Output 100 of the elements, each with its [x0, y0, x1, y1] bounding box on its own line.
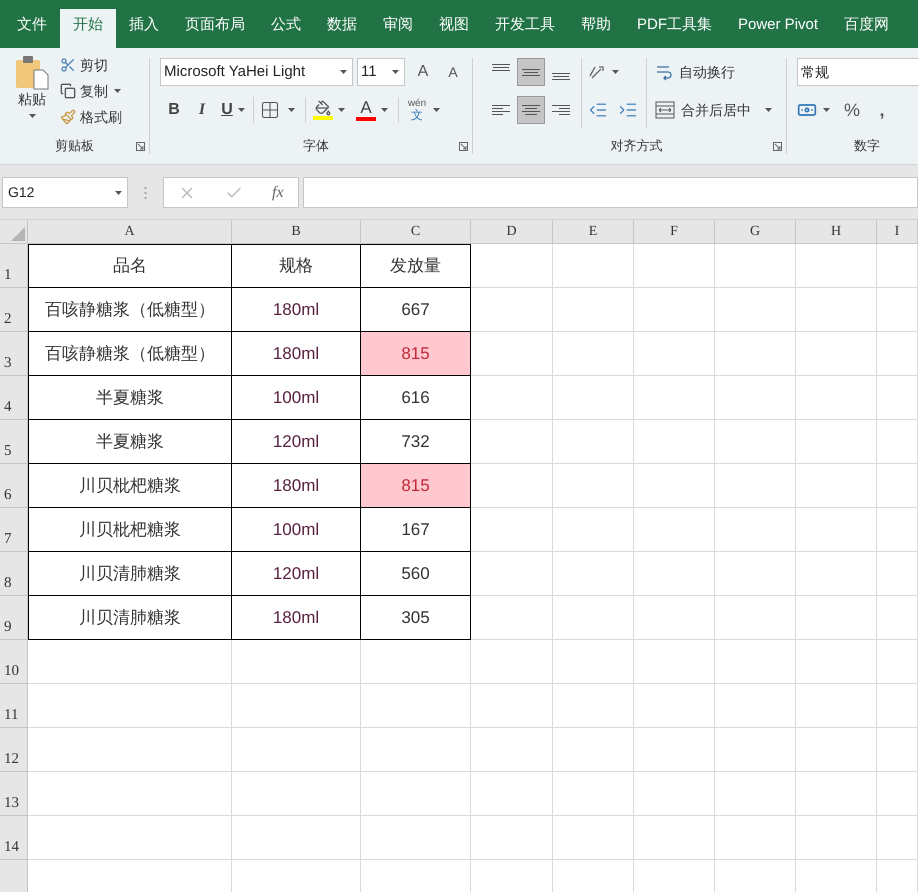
caret-icon[interactable] [28, 114, 36, 118]
column-header[interactable]: A [28, 220, 232, 244]
paint-bucket-icon [315, 100, 331, 116]
table-cell: 川贝枇杷糖浆 [28, 464, 232, 508]
row-header[interactable]: 7 [0, 508, 28, 552]
empty-cell [877, 332, 918, 376]
align-center-icon [522, 105, 540, 115]
cut-button[interactable]: 剪切 [60, 54, 122, 76]
caret-icon[interactable] [823, 108, 830, 112]
column-header[interactable]: B [232, 220, 361, 244]
row-header[interactable]: 1 [0, 244, 28, 288]
caret-icon[interactable] [765, 108, 772, 112]
italic-button[interactable]: I [188, 97, 216, 123]
ribbon-tab[interactable]: Power Pivot [725, 9, 832, 48]
alignment-button[interactable] [517, 58, 545, 86]
wrap-text-button[interactable]: 自动换行 [655, 58, 772, 86]
dialog-launcher-icon[interactable] [459, 142, 468, 151]
row-header[interactable]: 2 [0, 288, 28, 332]
underline-button[interactable]: U [216, 97, 238, 123]
table-cell: 发放量 [361, 244, 471, 288]
paste-button[interactable]: 粘贴 [14, 54, 50, 138]
row-header[interactable]: 9 [0, 596, 28, 640]
borders-icon[interactable] [260, 100, 280, 120]
insert-function-button[interactable]: fx [272, 180, 284, 204]
empty-cell [877, 376, 918, 420]
ribbon-tab[interactable]: 审阅 [370, 9, 426, 48]
table-cell: 616 [361, 376, 471, 420]
table-cell: 川贝枇杷糖浆 [28, 508, 232, 552]
caret-icon[interactable] [338, 108, 345, 112]
grow-font-button[interactable]: A [409, 59, 437, 85]
empty-cell [877, 640, 918, 684]
bold-button[interactable]: B [160, 97, 188, 123]
ribbon-tab[interactable]: 视图 [426, 9, 482, 48]
empty-cell [877, 420, 918, 464]
copy-button[interactable]: 复制 [60, 80, 108, 102]
table-cell: 百咳静糖浆（低糖型） [28, 288, 232, 332]
table-cell: 100ml [232, 376, 361, 420]
caret-icon[interactable] [288, 108, 295, 112]
ribbon-tab[interactable]: PDF工具集 [624, 9, 725, 48]
dialog-launcher-icon[interactable] [136, 142, 145, 151]
phonetic-button[interactable]: wén 文 [407, 99, 427, 121]
column-header[interactable]: H [796, 220, 877, 244]
column-header[interactable]: E [553, 220, 634, 244]
caret-icon[interactable] [381, 108, 388, 112]
ribbon-tab[interactable]: 页面布局 [172, 9, 258, 48]
ribbon-tab[interactable]: 百度网 [831, 9, 902, 48]
caret-icon[interactable] [433, 108, 440, 112]
row-header[interactable]: 5 [0, 420, 28, 464]
empty-cell [877, 288, 918, 332]
row-header[interactable]: 6 [0, 464, 28, 508]
column-header[interactable]: C [361, 220, 471, 244]
ribbon-tab[interactable]: 开始 [60, 9, 116, 48]
caret-icon[interactable] [114, 89, 121, 93]
empty-cell [877, 552, 918, 596]
caret-icon[interactable] [392, 70, 399, 74]
ribbon-tab[interactable]: 数据 [314, 9, 370, 48]
caret-icon[interactable] [115, 190, 122, 194]
format-painter-button[interactable]: 格式刷 [60, 106, 122, 128]
number-format-dropdown[interactable]: 常规 [797, 58, 918, 86]
column-header[interactable]: G [715, 220, 796, 244]
column-header[interactable]: D [471, 220, 553, 244]
name-box[interactable]: G12 [2, 177, 128, 208]
column-header[interactable]: F [634, 220, 715, 244]
drag-handle-icon[interactable] [144, 186, 147, 200]
row-header[interactable]: 8 [0, 552, 28, 596]
shrink-font-button[interactable]: A [441, 59, 465, 85]
percent-button[interactable]: % [840, 96, 864, 124]
column-header[interactable]: I [877, 220, 918, 244]
row-header[interactable]: 12 [0, 728, 28, 772]
row-header[interactable]: 13 [0, 772, 28, 816]
copy-icon [60, 83, 76, 99]
row-header[interactable]: 3 [0, 332, 28, 376]
group-label: 字体 [303, 137, 329, 156]
font-name-dropdown[interactable]: Microsoft YaHei Light [160, 58, 353, 86]
ribbon-tab[interactable]: 公式 [258, 9, 314, 48]
fill-color-button[interactable] [312, 100, 334, 120]
align-left-icon [492, 105, 510, 115]
table-cell: 120ml [232, 420, 361, 464]
comma-button[interactable]: , [870, 96, 894, 124]
ribbon-tab[interactable]: 开发工具 [482, 9, 568, 48]
row-header[interactable]: 11 [0, 684, 28, 728]
table-cell: 120ml [232, 552, 361, 596]
empty-cell [877, 728, 918, 772]
ribbon-tab[interactable]: 文件 [4, 9, 60, 48]
ribbon-tab[interactable]: 帮助 [568, 9, 624, 48]
row-header[interactable]: 10 [0, 640, 28, 684]
formula-input[interactable] [303, 177, 918, 208]
table-cell: 167 [361, 508, 471, 552]
row-header[interactable]: 4 [0, 376, 28, 420]
font-color-button[interactable]: A [355, 99, 377, 121]
align-middle-icon [522, 68, 540, 76]
row-header[interactable]: 14 [0, 816, 28, 860]
ribbon-tab[interactable]: 插入 [116, 9, 172, 48]
dialog-launcher-icon[interactable] [773, 142, 782, 151]
merge-center-button[interactable]: 合并后居中 [655, 96, 751, 124]
font-size-dropdown[interactable]: 11 [357, 58, 405, 86]
caret-icon[interactable] [612, 70, 619, 74]
alignment-button[interactable] [517, 96, 545, 124]
caret-icon[interactable] [340, 70, 347, 74]
caret-icon[interactable] [238, 108, 245, 112]
